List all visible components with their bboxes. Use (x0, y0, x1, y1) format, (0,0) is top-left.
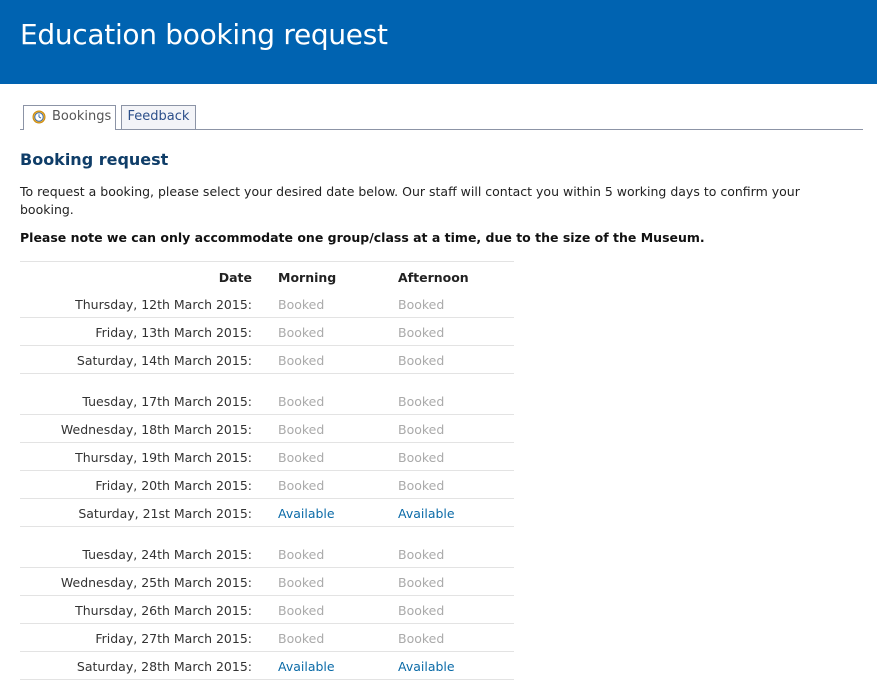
morning-slot: Booked (278, 353, 325, 368)
capacity-note: Please note we can only accommodate one … (20, 230, 705, 245)
date-cell: Tuesday, 17th March 2015: (82, 394, 252, 409)
date-column-header: Date (218, 270, 252, 285)
table-row: Thursday, 19th March 2015: Booked Booked (20, 443, 514, 471)
morning-slot: Booked (278, 575, 325, 590)
date-cell: Tuesday, 24th March 2015: (82, 547, 252, 562)
intro-text: To request a booking, please select your… (20, 184, 800, 217)
table-header-row: Date Morning Afternoon (20, 262, 514, 290)
table-row: Thursday, 26th March 2015: Booked Booked (20, 596, 514, 624)
morning-slot: Booked (278, 631, 325, 646)
afternoon-slot: Booked (398, 631, 445, 646)
clock-icon (32, 110, 46, 124)
morning-slot: Booked (278, 450, 325, 465)
afternoon-available-link[interactable]: Available (398, 659, 455, 674)
afternoon-slot: Booked (398, 603, 445, 618)
morning-available-link[interactable]: Available (278, 506, 335, 521)
section-title: Booking request (20, 150, 169, 169)
tab-bookings[interactable]: Bookings (23, 105, 116, 130)
afternoon-available-link[interactable]: Available (398, 506, 455, 521)
table-row: Friday, 20th March 2015: Booked Booked (20, 471, 514, 499)
morning-available-link[interactable]: Available (278, 659, 335, 674)
date-cell: Friday, 20th March 2015: (95, 478, 252, 493)
morning-slot: Booked (278, 422, 325, 437)
date-cell: Saturday, 21st March 2015: (78, 506, 252, 521)
booking-table: Date Morning Afternoon Thursday, 12th Ma… (20, 261, 514, 680)
tab-feedback[interactable]: Feedback (121, 105, 196, 129)
page-title: Education booking request (20, 18, 388, 51)
date-cell: Wednesday, 18th March 2015: (60, 422, 252, 437)
tab-bar: Bookings Feedback (20, 105, 863, 130)
morning-slot: Booked (278, 478, 325, 493)
table-row: Wednesday, 18th March 2015: Booked Booke… (20, 415, 514, 443)
afternoon-slot: Booked (398, 450, 445, 465)
date-cell: Thursday, 12th March 2015: (75, 297, 252, 312)
afternoon-slot: Booked (398, 575, 445, 590)
morning-slot: Booked (278, 394, 325, 409)
afternoon-slot: Booked (398, 353, 445, 368)
morning-slot: Booked (278, 297, 325, 312)
morning-slot: Booked (278, 325, 325, 340)
tab-bookings-label: Bookings (52, 109, 112, 124)
afternoon-slot: Booked (398, 478, 445, 493)
page-header: Education booking request (0, 0, 877, 84)
table-row: Tuesday, 24th March 2015: Booked Booked (20, 527, 514, 568)
date-cell: Thursday, 19th March 2015: (75, 450, 252, 465)
table-row: Saturday, 28th March 2015: Available Ava… (20, 652, 514, 680)
date-cell: Friday, 13th March 2015: (95, 325, 252, 340)
table-row: Saturday, 14th March 2015: Booked Booked (20, 346, 514, 374)
afternoon-slot: Booked (398, 394, 445, 409)
table-row: Friday, 27th March 2015: Booked Booked (20, 624, 514, 652)
morning-slot: Booked (278, 603, 325, 618)
afternoon-slot: Booked (398, 422, 445, 437)
afternoon-column-header: Afternoon (398, 270, 469, 285)
date-cell: Wednesday, 25th March 2015: (60, 575, 252, 590)
table-row: Saturday, 21st March 2015: Available Ava… (20, 499, 514, 527)
table-row: Friday, 13th March 2015: Booked Booked (20, 318, 514, 346)
table-row: Tuesday, 17th March 2015: Booked Booked (20, 374, 514, 415)
date-cell: Friday, 27th March 2015: (95, 631, 252, 646)
table-row: Thursday, 12th March 2015: Booked Booked (20, 290, 514, 318)
morning-column-header: Morning (278, 270, 337, 285)
morning-slot: Booked (278, 547, 325, 562)
date-cell: Saturday, 14th March 2015: (76, 353, 252, 368)
date-cell: Saturday, 28th March 2015: (76, 659, 252, 674)
afternoon-slot: Booked (398, 297, 445, 312)
table-row: Wednesday, 25th March 2015: Booked Booke… (20, 568, 514, 596)
afternoon-slot: Booked (398, 547, 445, 562)
afternoon-slot: Booked (398, 325, 445, 340)
date-cell: Thursday, 26th March 2015: (75, 603, 252, 618)
